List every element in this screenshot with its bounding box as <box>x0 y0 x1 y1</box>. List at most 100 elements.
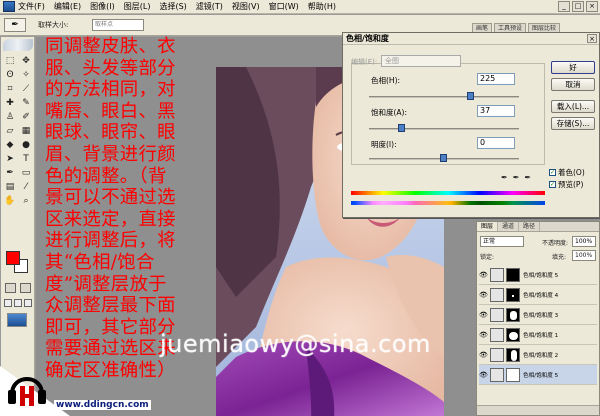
cancel-button[interactable]: 取消 <box>551 78 595 91</box>
saturation-slider-track[interactable] <box>369 128 519 130</box>
hue-input[interactable]: 225 <box>477 73 515 85</box>
pen-tool-icon[interactable]: ✒ <box>3 167 17 179</box>
layer-row[interactable]: 👁 色相/饱和度 1 <box>479 325 597 345</box>
fill-input[interactable]: 100% <box>572 250 596 261</box>
menu-file[interactable]: 文件(F) <box>18 0 45 14</box>
path-select-icon[interactable]: ➤ <box>3 153 17 165</box>
opacity-input[interactable]: 100% <box>572 236 596 247</box>
menu-edit[interactable]: 编辑(E) <box>54 0 81 14</box>
crop-tool-icon[interactable]: ⌗ <box>3 83 17 95</box>
maximize-button[interactable]: □ <box>572 1 584 12</box>
layer-mask-thumbnail[interactable] <box>506 347 520 362</box>
preview-checkbox[interactable]: ✓ 预览(P) <box>549 179 583 190</box>
zoom-tool-icon[interactable]: ⌕ <box>19 195 33 207</box>
colorize-label: 着色(O) <box>558 168 585 177</box>
layer-mask-thumbnail[interactable] <box>506 287 520 302</box>
layer-row[interactable]: 👁 色相/饱和度 2 <box>479 345 597 365</box>
tool-grid: ⬚ ✥ ʘ ✧ ⌗ ⟋ ✚ ✎ ♙ ✐ ▱ ▦ ◆ ● ➤ T ✒ ▭ ▤ ⁄ … <box>3 55 33 207</box>
eye-icon[interactable]: 👁 <box>479 331 488 339</box>
eyedropper-tool-icon[interactable]: ⁄ <box>19 181 33 193</box>
full-screen-button[interactable] <box>24 299 32 307</box>
sample-size-select[interactable]: 取样点 <box>92 19 144 31</box>
eye-icon[interactable]: 👁 <box>479 311 488 319</box>
minimize-button[interactable]: _ <box>558 1 570 12</box>
lightness-input[interactable]: 0 <box>477 137 515 149</box>
lasso-tool-icon[interactable]: ʘ <box>3 69 17 81</box>
menu-select[interactable]: 选择(S) <box>159 0 186 14</box>
sample-size-label: 取样大小: <box>38 21 69 29</box>
layer-name: 色相/饱和度 5 <box>523 372 559 379</box>
healing-brush-icon[interactable]: ✚ <box>3 97 17 109</box>
shape-tool-icon[interactable]: ▭ <box>19 167 33 179</box>
feather-logo-icon <box>3 39 33 51</box>
clone-stamp-icon[interactable]: ♙ <box>3 111 17 123</box>
menu-image[interactable]: 图像(I) <box>90 0 115 14</box>
move-tool-icon[interactable]: ✥ <box>19 55 33 67</box>
lightness-slider-thumb[interactable] <box>440 154 447 162</box>
menu-filter[interactable]: 滤镜(T) <box>196 0 223 14</box>
blend-mode-select[interactable]: 正常 <box>480 236 524 247</box>
preview-check-icon: ✓ <box>549 181 556 188</box>
save-button[interactable]: 存储(S)... <box>551 117 595 130</box>
brush-tool-icon[interactable]: ✎ <box>19 97 33 109</box>
layer-mask-thumbnail[interactable] <box>506 327 520 342</box>
screen-mode-buttons <box>4 299 32 307</box>
standard-screen-button[interactable] <box>4 299 12 307</box>
menu-view[interactable]: 视图(V) <box>232 0 260 14</box>
ok-button[interactable]: 好 <box>551 61 595 74</box>
eyedropper-plus-icon[interactable]: ✒ <box>513 173 520 182</box>
eraser-tool-icon[interactable]: ▱ <box>3 125 17 137</box>
close-icon[interactable]: × <box>587 34 597 43</box>
eyedropper-minus-icon[interactable]: ✒ <box>524 173 531 182</box>
menu-window[interactable]: 窗口(W) <box>269 0 299 14</box>
gradient-tool-icon[interactable]: ▦ <box>19 125 33 137</box>
eyedropper-icon[interactable]: ✒ <box>4 18 26 32</box>
layer-name: 色相/饱和度 1 <box>523 332 559 339</box>
full-screen-menu-button[interactable] <box>14 299 22 307</box>
menu-help[interactable]: 帮助(H) <box>308 0 336 14</box>
email-watermark: juemiaowy@sina.com <box>160 330 431 358</box>
foreground-color-swatch[interactable] <box>6 251 20 265</box>
hue-slider-track[interactable] <box>369 96 519 98</box>
quick-mask-button[interactable] <box>20 283 31 293</box>
slice-tool-icon[interactable]: ⟋ <box>19 83 33 95</box>
layer-row[interactable]: 👁 色相/饱和度 4 <box>479 285 597 305</box>
hue-slider-thumb[interactable] <box>467 92 474 100</box>
layer-mask-thumbnail[interactable] <box>506 367 520 382</box>
marquee-tool-icon[interactable]: ⬚ <box>3 55 17 67</box>
eye-icon[interactable]: 👁 <box>479 291 488 299</box>
tab-channels[interactable]: 通道 <box>498 222 520 231</box>
input-color-bar <box>351 191 545 195</box>
layer-row[interactable]: 👁 色相/饱和度 5 <box>479 365 597 385</box>
eye-icon[interactable]: 👁 <box>479 271 488 279</box>
adjustment-layer-icon <box>490 347 504 362</box>
blur-tool-icon[interactable]: ◆ <box>3 139 17 151</box>
tab-paths[interactable]: 路径 <box>519 222 541 231</box>
notes-tool-icon[interactable]: ▤ <box>3 181 17 193</box>
eyedropper-icon[interactable]: ✒ <box>501 173 508 182</box>
adjustment-layer-icon <box>490 287 504 302</box>
type-tool-icon[interactable]: T <box>19 153 33 165</box>
colorize-checkbox[interactable]: ✓ 着色(O) <box>549 167 585 178</box>
layer-mask-thumbnail[interactable] <box>506 307 520 322</box>
eye-icon[interactable]: 👁 <box>479 351 488 359</box>
layer-row[interactable]: 👁 色相/饱和度 3 <box>479 305 597 325</box>
hand-tool-icon[interactable]: ✋ <box>3 195 17 207</box>
saturation-slider-thumb[interactable] <box>398 124 405 132</box>
edit-range-select[interactable]: 全图 <box>381 55 461 67</box>
layer-row[interactable]: 👁 色相/饱和度 5 <box>479 265 597 285</box>
close-window-button[interactable]: × <box>586 1 598 12</box>
menu-layer[interactable]: 图层(L) <box>124 0 151 14</box>
eye-icon[interactable]: 👁 <box>479 371 488 379</box>
jump-to-imageready-button[interactable] <box>7 313 27 327</box>
dodge-tool-icon[interactable]: ● <box>19 139 33 151</box>
tab-layers[interactable]: 图层 <box>477 222 499 231</box>
edit-label: 编辑(E): <box>351 58 378 66</box>
layer-mask-thumbnail[interactable] <box>506 267 520 282</box>
history-brush-icon[interactable]: ✐ <box>19 111 33 123</box>
standard-mode-button[interactable] <box>5 283 16 293</box>
magic-wand-tool-icon[interactable]: ✧ <box>19 69 33 81</box>
saturation-input[interactable]: 37 <box>477 105 515 117</box>
layers-panel-footer <box>477 405 599 415</box>
load-button[interactable]: 载入(L)... <box>551 100 595 113</box>
